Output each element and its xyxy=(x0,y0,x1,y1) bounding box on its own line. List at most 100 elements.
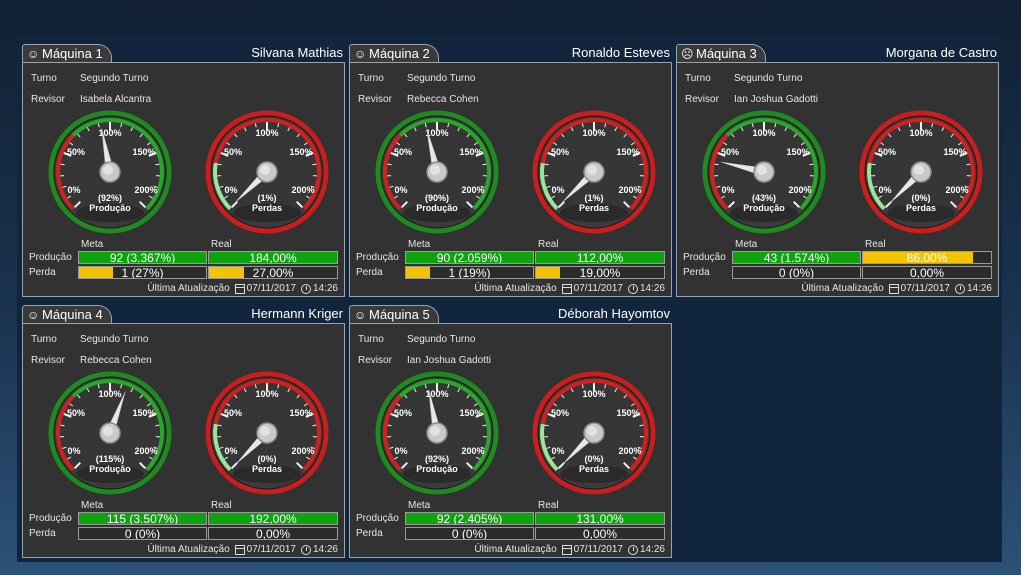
loss-actual-bar: 27,00% xyxy=(208,266,338,279)
gauge-caption: Produção xyxy=(89,203,131,213)
machine-title: Máquina 5 xyxy=(369,307,430,322)
target-header: Meta xyxy=(81,500,104,511)
shift-label: Turno xyxy=(31,73,57,84)
gauge-tick-label: 0% xyxy=(67,446,80,456)
update-date: 07/11/2017 xyxy=(573,544,623,555)
machine-panel-5[interactable]: ☺ Máquina 5 Déborah Hayomtov Turno Segund… xyxy=(349,301,672,558)
machine-tab[interactable]: ☺ Máquina 5 xyxy=(349,305,439,323)
machine-panel-2[interactable]: ☺ Máquina 2 Ronaldo Esteves Turno Segundo… xyxy=(349,40,672,297)
bar-value: 0 (0%) xyxy=(778,266,815,279)
gauge-tick-label: 50% xyxy=(224,408,242,418)
gauge-tick-label: 150% xyxy=(616,408,639,418)
gauge-tick-label: 50% xyxy=(878,147,896,157)
reviewer-label: Revisor xyxy=(358,94,392,105)
gauge-tick xyxy=(482,163,487,166)
panel-header: ☺ Máquina 2 Ronaldo Esteves xyxy=(349,40,672,62)
loss-target-bar: 0 (0%) xyxy=(732,266,861,279)
gauge-hub-highlight xyxy=(430,426,440,436)
gauge-tick-label: 200% xyxy=(461,185,484,195)
panel-header: ☺ Máquina 4 Hermann Kriger xyxy=(22,301,345,323)
gauge-tick-label: 50% xyxy=(67,147,85,157)
update-date: 07/11/2017 xyxy=(900,283,950,294)
gauge-percent: (92%) xyxy=(98,193,122,203)
machine-tab[interactable]: ☹ Máquina 3 xyxy=(676,44,766,62)
gauge-tick-label: 50% xyxy=(224,147,242,157)
shift-value: Segundo Turno xyxy=(80,73,149,84)
machine-tab[interactable]: ☺ Máquina 2 xyxy=(349,44,439,62)
sad-face-icon: ☹ xyxy=(681,47,694,61)
losses-gauge-svg: 0% 50% 100% 150% 200% (0%)Perdas xyxy=(859,110,983,234)
panel-body: Turno Segundo Turno Revisor Isabela Alca… xyxy=(22,62,345,297)
bar-value: 92 (3.367%) xyxy=(109,251,176,264)
bar-value: 19,00% xyxy=(579,266,621,279)
clock-icon xyxy=(300,544,311,555)
last-update-label: Última Atualização xyxy=(147,283,230,294)
losses-gauge: 0% 50% 100% 150% 200% (0%) Perdas xyxy=(531,370,657,496)
production-gauge: 0% 50% 100% 150% 200% (115%) Produção xyxy=(47,370,173,496)
bar-value: 131,00% xyxy=(576,512,624,525)
loss-row-label: Perda xyxy=(683,267,710,278)
clock-icon xyxy=(954,283,965,294)
bar-value: 0,00% xyxy=(582,527,618,540)
gauge-caption: Produção xyxy=(416,464,458,474)
gauge-hub-highlight xyxy=(260,426,270,436)
gauge-percent: (1%) xyxy=(584,193,603,203)
production-gauge-svg: 0% 50% 100% 150% 200% (43%)Produção xyxy=(702,110,826,234)
production-row-label: Produção xyxy=(29,513,72,524)
gauge-hub-highlight xyxy=(587,426,597,436)
calendar-icon xyxy=(888,283,899,294)
gauge-percent: (0%) xyxy=(257,454,276,464)
production-actual-bar: 192,00% xyxy=(208,512,338,525)
shift-value: Segundo Turno xyxy=(407,334,476,345)
panel-header: ☹ Máquina 3 Morgana de Castro xyxy=(676,40,999,62)
clock-icon xyxy=(627,283,638,294)
gauge-tick-label: 150% xyxy=(616,147,639,157)
gauge-tick-label: 150% xyxy=(943,147,966,157)
gauge-tick-label: 0% xyxy=(67,185,80,195)
loss-target-bar: 0 (0%) xyxy=(78,527,207,540)
calendar-icon xyxy=(561,283,572,294)
bar-value: 192,00% xyxy=(249,512,297,525)
production-gauge: 0% 50% 100% 150% 200% (92%) Produção xyxy=(374,370,500,496)
happy-face-icon: ☺ xyxy=(354,47,367,61)
machine-title: Máquina 2 xyxy=(369,46,430,61)
gauge-tick-label: 50% xyxy=(394,147,412,157)
last-update-label: Última Atualização xyxy=(474,283,557,294)
loss-actual-bar: 0,00% xyxy=(862,266,992,279)
gauge-tick-label: 150% xyxy=(459,147,482,157)
production-actual-bar: 131,00% xyxy=(535,512,665,525)
gauge-tick-label: 0% xyxy=(551,446,564,456)
production-gauge: 0% 50% 100% 150% 200% (92%) Produção xyxy=(47,109,173,235)
target-header: Meta xyxy=(735,239,758,250)
machine-panel-3[interactable]: ☹ Máquina 3 Morgana de Castro Turno Segun… xyxy=(676,40,999,297)
machine-panel-1[interactable]: ☺ Máquina 1 Silvana Mathias Turno Segundo… xyxy=(22,40,345,297)
gauge-hub-highlight xyxy=(103,426,113,436)
loss-target-bar: 1 (27%) xyxy=(78,266,207,279)
panel-body: Turno Segundo Turno Revisor Rebecca Cohe… xyxy=(349,62,672,297)
losses-gauge-svg: 0% 50% 100% 150% 200% (1%)Perdas xyxy=(205,110,329,234)
reviewer-value: Ian Joshua Gadotti xyxy=(407,355,491,366)
gauge-tick-label: 50% xyxy=(721,147,739,157)
gauge-tick xyxy=(714,163,719,166)
happy-face-icon: ☺ xyxy=(27,308,40,322)
losses-gauge-svg: 0% 50% 100% 150% 200% (0%)Perdas xyxy=(532,371,656,495)
gauge-caption: Perdas xyxy=(252,464,282,474)
gauge-tick xyxy=(217,424,222,427)
gauge-hub-highlight xyxy=(260,165,270,175)
gauge-tick xyxy=(482,424,487,427)
reviewer-value: Rebecca Cohen xyxy=(80,355,152,366)
update-time: 14:26 xyxy=(966,283,992,294)
production-target-bar: 90 (2.059%) xyxy=(405,251,534,264)
machine-panel-4[interactable]: ☺ Máquina 4 Hermann Kriger Turno Segundo … xyxy=(22,301,345,558)
gauge-percent: (92%) xyxy=(425,454,449,464)
gauge-hub-highlight xyxy=(914,165,924,175)
gauge-tick-label: 50% xyxy=(551,408,569,418)
reviewer-label: Revisor xyxy=(685,94,719,105)
machine-tab[interactable]: ☺ Máquina 4 xyxy=(22,305,112,323)
gauge-percent: (90%) xyxy=(425,193,449,203)
gauge-tick-label: 50% xyxy=(551,147,569,157)
production-gauge: 0% 50% 100% 150% 200% (43%) Produção xyxy=(701,109,827,235)
panel-header: ☺ Máquina 5 Déborah Hayomtov xyxy=(349,301,672,323)
machine-tab[interactable]: ☺ Máquina 1 xyxy=(22,44,112,62)
loss-row-label: Perda xyxy=(29,267,56,278)
